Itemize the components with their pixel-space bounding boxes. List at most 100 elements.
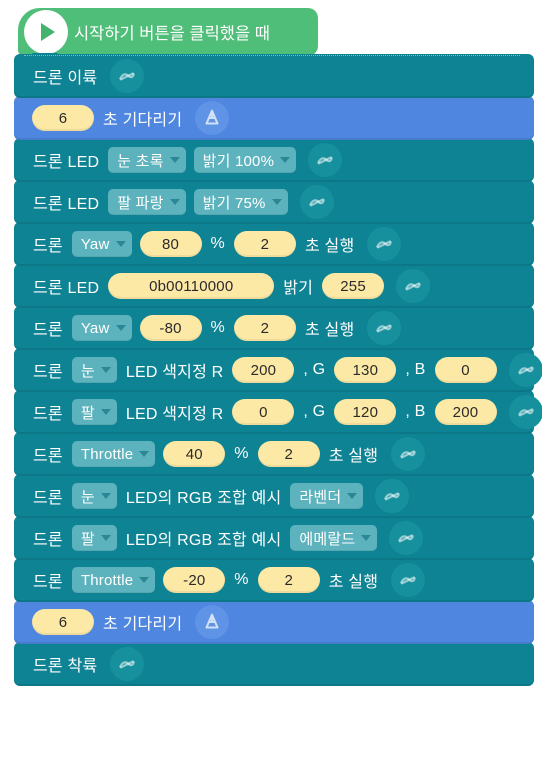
block-workspace[interactable]: 시작하기 버튼을 클릭했을 때 드론 이륙 6 초 기다리기 드론 LED 눈 초록 밝기… [0,0,542,768]
block-script-stack[interactable]: 시작하기 버튼을 클릭했을 때 드론 이륙 6 초 기다리기 드론 LED 눈 초록 밝기… [14,8,542,686]
block-led-preset-2[interactable]: 드론 LED 팔 파랑 밝기 75% [14,179,534,224]
value-input-field[interactable]: 200 [434,399,497,425]
value-input-field[interactable]: 6 [32,105,94,131]
block-label: 초 기다리기 [103,112,183,129]
dropdown-field[interactable]: Throttle [71,441,156,467]
block-list: 드론 이륙 6 초 기다리기 드론 LED 눈 초록 밝기 100% 드론 LED 팔 파랑 밝… [14,53,542,686]
chevron-down-icon [100,409,111,415]
chevron-down-icon [361,535,372,541]
dropdown-field[interactable]: 팔 [71,399,117,425]
block-rgb-example-eye[interactable]: 드론 눈 LED의 RGB 조합 예시 라벤더 [14,473,534,518]
value-input-field[interactable]: 2 [257,441,320,467]
value-input-field[interactable]: 2 [233,231,296,257]
block-rgb-example-arm[interactable]: 드론 팔 LED의 RGB 조합 예시 에메랄드 [14,515,534,560]
drone-link-icon [367,311,402,345]
block-connector-notch [32,53,58,62]
dropdown-value: 팔 [80,530,95,548]
block-label: , B [405,403,426,420]
block-label: 드론 착륙 [33,658,98,675]
drone-link-icon [396,269,431,303]
value-input-field[interactable]: 0 [434,357,497,383]
value-input-field[interactable]: 200 [232,357,295,383]
block-move-throttle-1[interactable]: 드론 Throttle 40% 2 초 실행 [14,431,534,476]
dropdown-value: 밝기 75% [202,194,266,212]
block-label: 드론 이륙 [33,70,98,87]
dropdown-field[interactable]: Yaw [71,231,132,257]
chevron-down-icon [347,493,358,499]
block-label: 드론 [33,490,63,507]
drone-hardware-icon [195,101,230,135]
value-input-field[interactable]: -80 [139,315,202,341]
dropdown-field[interactable]: 팔 파랑 [108,189,186,215]
block-wait-2[interactable]: 6 초 기다리기 [14,599,534,644]
dropdown-field[interactable]: 팔 [71,525,117,551]
value-input-field[interactable]: 0b00110000 [108,273,275,299]
dropdown-field[interactable]: 눈 [71,357,117,383]
block-landing[interactable]: 드론 착륙 [14,641,534,686]
dropdown-field[interactable]: 밝기 75% [193,189,288,215]
dropdown-value: 라벤더 [299,488,342,506]
value-input-field[interactable]: 40 [163,441,226,467]
dropdown-field[interactable]: Yaw [71,315,132,341]
value-input-field[interactable]: 130 [334,357,397,383]
value-input-field[interactable]: 0 [232,399,295,425]
chevron-down-icon [100,535,111,541]
block-led-rgb-eye[interactable]: 드론 눈 LED 색지정 R 200 , G 130 , B 0 [14,347,542,392]
value-input-field[interactable]: 2 [257,567,320,593]
block-label: 드론 [33,532,63,549]
dropdown-field[interactable]: 눈 [71,483,117,509]
block-label: 드론 [33,448,63,465]
play-icon [24,10,68,54]
chevron-down-icon [280,157,291,163]
drone-hardware-icon [195,605,230,639]
block-label: LED의 RGB 조합 예시 [125,532,282,549]
block-label: 초 기다리기 [103,616,183,633]
block-label: 드론 [33,574,63,591]
block-move-throttle-2[interactable]: 드론 Throttle -20% 2 초 실행 [14,557,534,602]
chevron-down-icon [100,493,111,499]
dropdown-field[interactable]: 라벤더 [290,483,364,509]
block-label: 드론 [33,364,63,381]
dropdown-field[interactable]: Throttle [71,567,156,593]
dropdown-value: 팔 [80,404,95,422]
dropdown-value: Yaw [80,319,110,337]
hat-block-when-start-clicked[interactable]: 시작하기 버튼을 클릭했을 때 [18,8,318,64]
block-label: 초 실행 [304,238,355,255]
value-input-field[interactable]: 2 [233,315,296,341]
block-move-yaw-2[interactable]: 드론 Yaw -80% 2 초 실행 [14,305,534,350]
block-led-preset-1[interactable]: 드론 LED 눈 초록 밝기 100% [14,137,534,182]
dropdown-field[interactable]: 눈 초록 [108,147,186,173]
value-input-field[interactable]: 120 [334,399,397,425]
chevron-down-icon [115,325,126,331]
drone-link-icon [110,647,145,681]
block-label: 드론 [33,322,63,339]
value-input-field[interactable]: 255 [322,273,385,299]
dropdown-value: 팔 파랑 [117,194,164,212]
block-label: % [234,571,249,588]
drone-link-icon [508,353,542,387]
block-takeoff[interactable]: 드론 이륙 [14,53,534,98]
dropdown-field[interactable]: 에메랄드 [290,525,378,551]
drone-link-icon [110,59,145,93]
dropdown-value: 눈 초록 [117,152,164,170]
block-led-rgb-arm[interactable]: 드론 팔 LED 색지정 R 0 , G 120 , B 200 [14,389,542,434]
chevron-down-icon [169,199,180,205]
block-wait-1[interactable]: 6 초 기다리기 [14,95,534,140]
block-label: 초 실행 [328,448,379,465]
dropdown-value: 밝기 100% [202,152,275,170]
block-label: LED 색지정 R [125,364,224,381]
dropdown-field[interactable]: 밝기 100% [193,147,297,173]
dropdown-value: 에메랄드 [299,530,356,548]
block-label: 드론 [33,406,63,423]
chevron-down-icon [115,241,126,247]
dropdown-value: 눈 [80,362,95,380]
block-led-binary[interactable]: 드론 LED 0b00110000 밝기 255 [14,263,534,308]
block-label: 드론 LED [33,154,100,171]
block-label: , B [405,361,426,378]
value-input-field[interactable]: -20 [163,567,226,593]
block-move-yaw-1[interactable]: 드론 Yaw 80% 2 초 실행 [14,221,534,266]
drone-link-icon [391,437,426,471]
value-input-field[interactable]: 80 [139,231,202,257]
block-label: , G [303,403,326,420]
value-input-field[interactable]: 6 [32,609,94,635]
